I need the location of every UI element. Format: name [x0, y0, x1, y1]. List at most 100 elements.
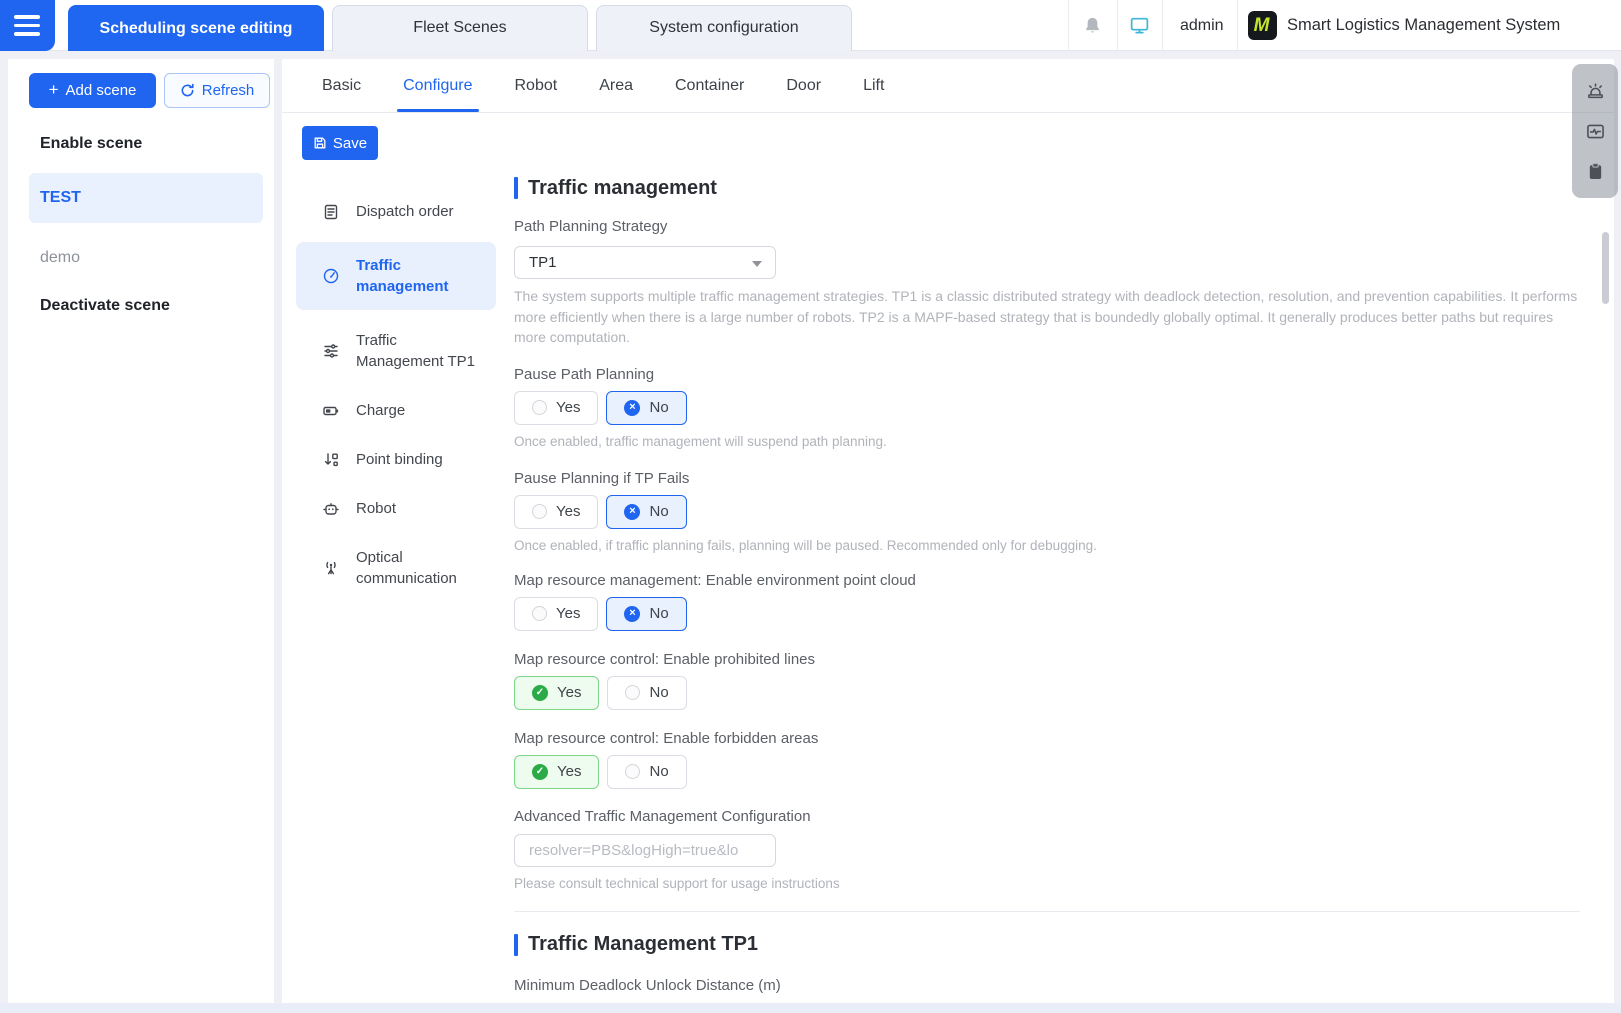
tab-area[interactable]: Area	[593, 59, 639, 112]
option-yes[interactable]: Yes	[514, 390, 599, 425]
save-button[interactable]: Save	[302, 126, 378, 160]
user-menu[interactable]: admin	[1180, 0, 1224, 51]
battery-icon	[323, 406, 339, 415]
section-divider	[514, 910, 1580, 912]
header-divider	[1162, 0, 1163, 51]
alarm-panel-button[interactable]	[1575, 71, 1615, 111]
option-no[interactable]: No	[607, 754, 687, 789]
clipboard-icon	[1589, 162, 1601, 179]
tab-container[interactable]: Container	[669, 59, 750, 112]
save-icon	[314, 137, 326, 149]
advanced-config-input[interactable]	[514, 833, 776, 867]
nav-item-point-binding[interactable]: Point binding	[296, 441, 496, 478]
setting-label-enable-prohibited-lines: Map resource control: Enable prohibited …	[514, 650, 816, 668]
app-title: Smart Logistics Management System	[1287, 16, 1561, 34]
yes-no-toggle: Yes No	[514, 390, 1580, 425]
plus-icon: +	[48, 80, 59, 99]
header-divider	[1237, 0, 1238, 51]
sliders-icon	[324, 344, 338, 358]
bell-icon	[1086, 17, 1099, 33]
setting-label-pause-planning-if-tp-fails: Pause Planning if TP Fails	[514, 469, 690, 487]
document-icon	[324, 204, 338, 219]
traffic-management-form: Traffic management Path Planning Strateg…	[514, 160, 1580, 1003]
option-yes-selected[interactable]: Yes	[514, 675, 600, 710]
path-planning-strategy-label: Path Planning Strategy	[514, 218, 668, 235]
nav-item-optical-communication[interactable]: Optical communication	[296, 539, 496, 597]
radio-dot	[532, 400, 547, 415]
tab-robot[interactable]: Robot	[509, 59, 564, 112]
yes-no-toggle: Yes No	[514, 494, 1580, 529]
option-yes[interactable]: Yes	[514, 494, 599, 529]
tab-fleet-scenes[interactable]: Fleet Scenes	[332, 5, 588, 51]
siren-icon	[1587, 82, 1603, 98]
tab-system-configuration[interactable]: System configuration	[596, 5, 852, 51]
nav-item-traffic-management[interactable]: Traffic management	[296, 242, 496, 310]
add-scene-button[interactable]: + Add scene	[29, 73, 156, 108]
radio-dot-x-icon	[624, 503, 641, 520]
setting-help: Once enabled, traffic management will su…	[514, 433, 887, 449]
editor-tabs: Basic Configure Robot Area Container Doo…	[282, 59, 1614, 113]
tab-scheduling-scene-editing[interactable]: Scheduling scene editing	[68, 5, 324, 51]
option-yes[interactable]: Yes	[514, 596, 599, 631]
scene-panel: + Add scene Refresh Enable scene TEST de…	[8, 59, 274, 1003]
gauge-icon	[323, 268, 339, 284]
scene-item-test[interactable]: TEST	[29, 173, 263, 223]
scene-editor-card: Basic Configure Robot Area Container Doo…	[282, 59, 1614, 1003]
app-logo: M	[1248, 11, 1277, 40]
radio-dot	[625, 685, 641, 700]
top-bar: Scheduling scene editing Fleet Scenes Sy…	[0, 0, 1621, 51]
tab-door[interactable]: Door	[780, 59, 827, 112]
refresh-button[interactable]: Refresh	[164, 73, 270, 108]
vertical-scrollbar-thumb[interactable]	[1602, 232, 1609, 304]
nav-item-robot[interactable]: Robot	[296, 490, 496, 527]
option-no[interactable]: No	[607, 675, 687, 710]
yes-no-toggle: Yes No	[514, 754, 1580, 789]
point-binding-icon	[324, 452, 338, 466]
section-accent-bar	[514, 177, 518, 199]
monitor-view-button[interactable]	[1117, 0, 1162, 51]
scene-actions: + Add scene Refresh	[8, 59, 274, 108]
monitor-chart-button[interactable]	[1575, 111, 1615, 151]
section-title-traffic-management: Traffic management	[514, 176, 1580, 200]
refresh-icon	[181, 83, 194, 97]
radio-dot	[625, 764, 641, 779]
setting-help: Once enabled, if traffic planning fails,…	[514, 537, 1097, 553]
scene-list: TEST demo	[8, 173, 274, 267]
config-subnav: Dispatch order Traffic management Traffi…	[296, 193, 496, 1003]
nav-item-charge[interactable]: Charge	[296, 392, 496, 429]
deactivate-scene-header: Deactivate scene	[40, 297, 170, 314]
menu-toggle-button[interactable]	[0, 0, 55, 51]
notifications-button[interactable]	[1068, 0, 1117, 51]
section-accent-bar	[514, 933, 518, 956]
clipboard-button[interactable]	[1575, 151, 1615, 191]
hamburger-icon	[14, 15, 40, 19]
min-deadlock-distance-label: Minimum Deadlock Unlock Distance (m)	[514, 976, 781, 994]
option-yes-selected[interactable]: Yes	[514, 754, 600, 789]
yes-no-toggle: Yes No	[514, 675, 1580, 710]
advanced-config-help: Please consult technical support for usa…	[514, 875, 840, 891]
radio-dot-x-icon	[624, 399, 641, 416]
tab-lift[interactable]: Lift	[857, 59, 890, 112]
antenna-icon	[326, 561, 336, 575]
tab-basic[interactable]: Basic	[316, 59, 367, 112]
robot-icon	[323, 502, 339, 515]
configure-content: Dispatch order Traffic management Traffi…	[282, 160, 1614, 1003]
enable-scene-header: Enable scene	[40, 135, 143, 152]
radio-dot-check-icon	[532, 763, 548, 780]
radio-dot	[532, 606, 547, 621]
option-no-selected[interactable]: No	[606, 596, 687, 631]
window-tabs: Scheduling scene editing Fleet Scenes Sy…	[68, 5, 852, 51]
path-planning-strategy-select[interactable]: TP1	[514, 246, 776, 279]
nav-item-traffic-management-tp1[interactable]: Traffic Management TP1	[296, 322, 496, 380]
yes-no-toggle: Yes No	[514, 596, 1580, 631]
setting-label-pause-path-planning: Pause Path Planning	[514, 365, 655, 383]
scene-item-demo[interactable]: demo	[29, 249, 263, 267]
chart-monitor-icon	[1586, 124, 1604, 138]
setting-label-enable-environment-point-cloud: Map resource management: Enable environm…	[514, 571, 916, 589]
nav-item-dispatch-order[interactable]: Dispatch order	[296, 193, 496, 230]
option-no-selected[interactable]: No	[606, 390, 687, 425]
tab-configure[interactable]: Configure	[397, 59, 479, 112]
setting-label-enable-forbidden-areas: Map resource control: Enable forbidden a…	[514, 729, 819, 747]
radio-dot-check-icon	[532, 684, 548, 701]
option-no-selected[interactable]: No	[606, 494, 687, 529]
